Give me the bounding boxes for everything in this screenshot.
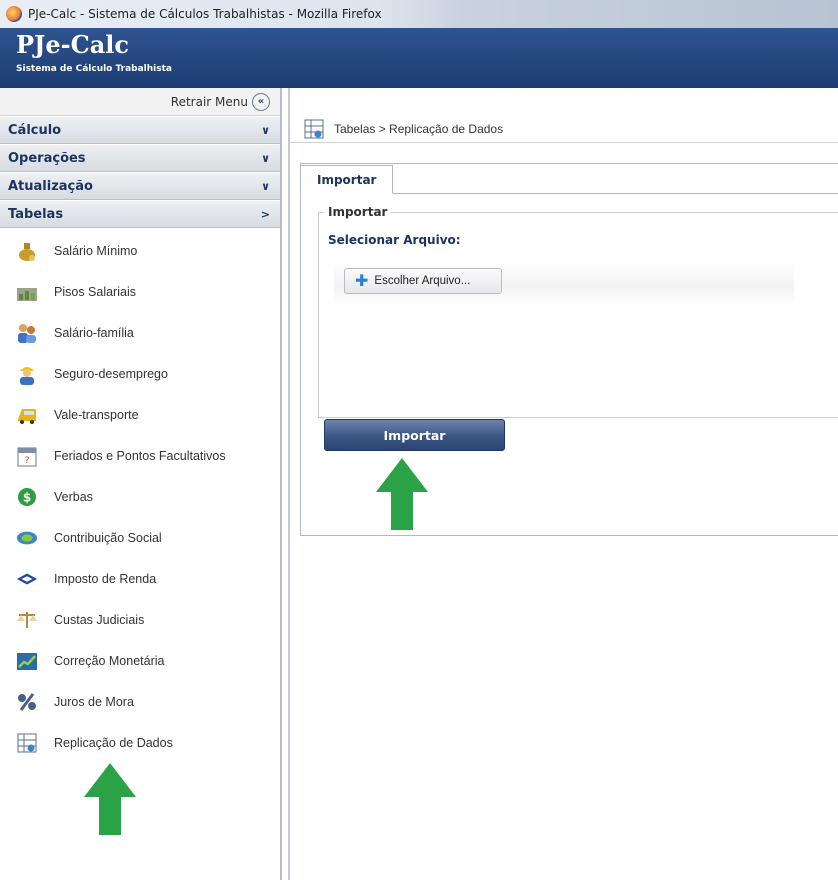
window-title-bar: PJe-Calc - Sistema de Cálculos Trabalhis…	[0, 0, 838, 28]
sidebar-item-label: Replicação de Dados	[54, 735, 173, 750]
sidebar-item-contribuicao-social[interactable]: Contribuição Social	[0, 517, 280, 558]
menu-section-atualizacao[interactable]: Atualização ∨	[0, 172, 280, 200]
sidebar-item-label: Correção Monetária	[54, 653, 165, 668]
sidebar-item-label: Feriados e Pontos Facultativos	[54, 448, 226, 463]
sidebar-item-correcao-monetaria[interactable]: Correção Monetária	[0, 640, 280, 681]
table-data-icon	[304, 119, 324, 139]
collapse-menu-label[interactable]: Retrair Menu	[171, 95, 248, 109]
select-file-label: Selecionar Arquivo:	[328, 233, 461, 247]
sidebar-item-label: Contribuição Social	[54, 530, 162, 545]
family-icon	[16, 322, 38, 344]
menu-section-label: Cálculo	[8, 122, 62, 138]
sidebar-item-label: Verbas	[54, 489, 93, 504]
chevron-down-icon: ∨	[261, 179, 270, 193]
menu-section-label: Operações	[8, 150, 86, 166]
sidebar-item-label: Salário Mínimo	[54, 243, 138, 258]
social-security-icon	[16, 527, 38, 549]
app-logo[interactable]: PJe-Calc	[16, 30, 129, 59]
firefox-icon	[6, 6, 22, 22]
tab-importar[interactable]: Importar	[300, 165, 394, 194]
breadcrumb-text: Tabelas > Replicação de Dados	[334, 121, 504, 136]
sidebar-item-seguro-desemprego[interactable]: Seguro-desemprego	[0, 353, 280, 394]
choose-file-label: Escolher Arquivo...	[374, 275, 471, 287]
collapse-menu-control[interactable]: Retrair Menu «	[0, 88, 280, 116]
chevron-down-icon: ∨	[261, 123, 270, 137]
chevron-right-icon: >	[260, 207, 270, 221]
sidebar-item-vale-transporte[interactable]: Vale-transporte	[0, 394, 280, 435]
arrow-shaft	[391, 492, 413, 530]
collapse-menu-icon[interactable]: «	[252, 92, 270, 111]
worker-icon	[16, 363, 38, 385]
breadcrumb: Tabelas > Replicação de Dados	[290, 115, 838, 143]
app-subtitle: Sistema de Cálculo Trabalhista	[16, 64, 172, 74]
main-content: Tabelas > Replicação de Dados Importar I…	[288, 88, 838, 880]
growth-chart-icon	[16, 650, 38, 672]
plus-icon: ✚	[355, 271, 369, 290]
sidebar-item-pisos-salariais[interactable]: Pisos Salariais	[0, 271, 280, 312]
sidebar-item-replicacao-dados[interactable]: Replicação de Dados	[0, 722, 280, 763]
sidebar-item-juros-mora[interactable]: Juros de Mora	[0, 681, 280, 722]
tax-icon	[16, 568, 38, 590]
sidebar-item-label: Juros de Mora	[54, 694, 134, 709]
arrow-shaft	[99, 797, 121, 835]
sidebar-item-label: Vale-transporte	[54, 407, 139, 422]
percent-icon	[16, 691, 38, 713]
menu-section-label: Tabelas	[8, 206, 64, 222]
chart-cash-icon	[16, 281, 38, 303]
calendar-icon: ?	[16, 445, 38, 467]
scales-icon	[16, 609, 38, 631]
chevron-down-icon: ∨	[261, 151, 270, 165]
menu-section-label: Atualização	[8, 178, 93, 194]
sidebar-item-custas-judiciais[interactable]: Custas Judiciais	[0, 599, 280, 640]
choose-file-button[interactable]: ✚ Escolher Arquivo...	[344, 268, 502, 294]
sidebar-item-salario-minimo[interactable]: Salário Mínimo	[0, 230, 280, 271]
tabelas-submenu: Salário Mínimo Pisos Salariais Salário-f…	[0, 228, 280, 763]
menu-section-calculo[interactable]: Cálculo ∨	[0, 116, 280, 144]
arrow-head	[84, 763, 136, 797]
sidebar-item-label: Salário-família	[54, 325, 134, 340]
sidebar-item-imposto-renda[interactable]: Imposto de Renda	[0, 558, 280, 599]
sidebar-item-feriados[interactable]: ? Feriados e Pontos Facultativos	[0, 435, 280, 476]
arrow-head	[376, 458, 428, 492]
money-bag-icon	[16, 240, 38, 262]
sidebar-item-label: Imposto de Renda	[54, 571, 157, 586]
sidebar-item-label: Seguro-desemprego	[54, 366, 168, 381]
import-button[interactable]: Importar	[324, 419, 505, 451]
green-arrow-pointer	[84, 763, 136, 835]
fieldset-legend: Importar	[324, 205, 392, 219]
menu-section-operacoes[interactable]: Operações ∨	[0, 144, 280, 172]
sidebar-item-verbas[interactable]: $ Verbas	[0, 476, 280, 517]
bus-icon	[16, 404, 38, 426]
sidebar: Retrair Menu « Cálculo ∨ Operações ∨ Atu…	[0, 88, 282, 880]
tab-label: Importar	[317, 172, 377, 187]
green-arrow-pointer	[376, 458, 428, 530]
svg-text:$: $	[23, 490, 31, 504]
import-button-label: Importar	[383, 427, 446, 443]
sidebar-item-label: Custas Judiciais	[54, 612, 145, 627]
table-data-icon	[16, 732, 38, 754]
svg-text:?: ?	[25, 456, 30, 466]
app-header: PJe-Calc Sistema de Cálculo Trabalhista	[0, 28, 838, 88]
dollar-coin-icon: $	[16, 486, 38, 508]
sidebar-item-label: Pisos Salariais	[54, 284, 136, 299]
window-title: PJe-Calc - Sistema de Cálculos Trabalhis…	[28, 7, 382, 21]
menu-section-tabelas[interactable]: Tabelas >	[0, 200, 280, 228]
sidebar-item-salario-familia[interactable]: Salário-família	[0, 312, 280, 353]
